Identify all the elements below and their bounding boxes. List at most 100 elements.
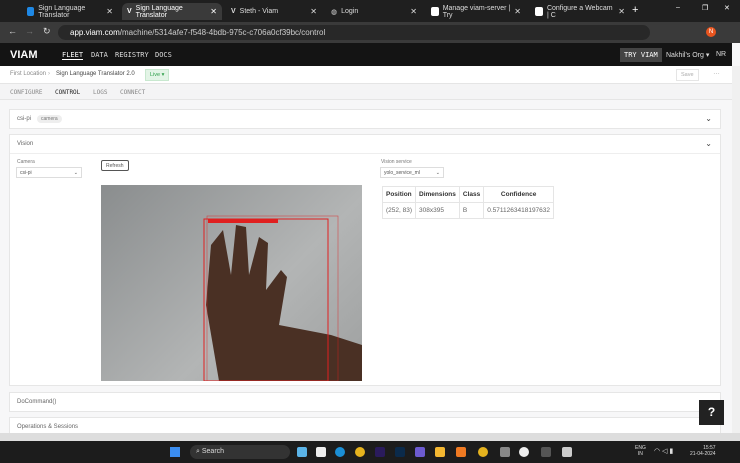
user-menu[interactable]: NR <box>716 51 726 58</box>
back-icon[interactable]: ← <box>8 26 17 36</box>
vertical-scrollbar[interactable] <box>732 66 740 433</box>
browser-tab-bar: Sign Language Translator ✕ V Sign Language… <box>0 0 740 22</box>
premiere-icon[interactable] <box>375 447 385 457</box>
status-badge[interactable]: Live ▾ <box>145 69 170 81</box>
favicon-icon <box>27 7 35 16</box>
tab-logs[interactable]: LOGS <box>93 89 107 96</box>
folder-icon[interactable] <box>435 447 445 457</box>
edge-icon[interactable] <box>335 447 345 457</box>
horizontal-scrollbar[interactable] <box>0 433 740 441</box>
tab-connect[interactable]: CONNECT <box>120 89 145 96</box>
taskbar: ⌕ Search ENG IN ◠ ◁ ▮ 15:57 21-04-2024 <box>0 441 740 463</box>
breadcrumb-machine: Sign Language Translator 2.0 <box>56 71 135 77</box>
try-viam-button[interactable]: TRY VIAM <box>620 48 662 62</box>
breadcrumb-separator: › <box>48 71 50 77</box>
vision-service-select[interactable]: yolo_service_ml ⌄ <box>380 167 444 178</box>
maximize-icon[interactable]: ❐ <box>702 4 708 12</box>
camera-stream-image <box>101 185 362 381</box>
new-tab-icon[interactable]: + <box>632 4 638 16</box>
column-header: Class <box>458 186 485 203</box>
app-icon[interactable] <box>415 447 425 457</box>
app-nav: VIAM FLEET DATA REGISTRY DOCS TRY VIAM N… <box>0 43 732 66</box>
vision-service-label: Vision service <box>381 159 412 165</box>
favicon-icon <box>535 7 543 16</box>
chevron-down-icon[interactable]: ⌄ <box>705 114 712 123</box>
language-indicator[interactable]: ENG IN <box>635 445 646 457</box>
column-header: Dimensions <box>415 186 460 203</box>
wifi-volume-battery-icons[interactable]: ◠ ◁ ▮ <box>654 447 673 455</box>
windows-start-icon[interactable] <box>170 447 180 457</box>
browser-tab[interactable]: Manage viam-server | Try ✕ <box>426 3 526 20</box>
nav-docs[interactable]: DOCS <box>155 51 172 59</box>
detections-table: Position Dimensions Class Confidence (25… <box>381 186 555 219</box>
browser-tab[interactable]: Configure a Webcam | C ✕ <box>530 3 630 20</box>
chevron-down-icon: ⌄ <box>435 170 440 176</box>
nav-fleet[interactable]: FLEET <box>62 51 84 60</box>
close-window-icon[interactable]: ✕ <box>724 4 730 12</box>
breadcrumb: First Location › Sign Language Translato… <box>0 66 732 84</box>
nav-registry[interactable]: REGISTRY <box>115 51 149 59</box>
component-name: csi-pi <box>17 116 32 122</box>
vision-card: Vision ⌄ Camera csi-pi ⌄ Refresh Vision s… <box>9 134 721 386</box>
app-icon[interactable] <box>297 447 307 457</box>
help-chat-button[interactable]: ? <box>699 400 724 425</box>
save-button[interactable]: Save <box>676 69 699 81</box>
close-icon[interactable]: ✕ <box>310 7 317 16</box>
position-cell: (252, 83) <box>381 202 417 219</box>
org-selector[interactable]: Nakhil's Org ▾ <box>666 51 709 59</box>
viam-logo: VIAM <box>10 49 38 61</box>
nav-data[interactable]: DATA <box>91 51 108 59</box>
operations-card[interactable]: Operations & Sessions <box>9 417 721 434</box>
taskbar-search[interactable]: ⌕ Search <box>190 445 290 459</box>
camera-select[interactable]: csi-pi ⌄ <box>16 167 82 178</box>
chevron-down-icon[interactable]: ⌄ <box>705 139 712 148</box>
app-icon[interactable] <box>456 447 466 457</box>
camera-label: Camera <box>17 159 35 165</box>
docommand-card[interactable]: DoCommand() <box>9 392 721 412</box>
dimensions-cell: 308x395 <box>415 202 460 219</box>
viam-favicon-icon: V <box>127 8 132 15</box>
app-icon[interactable] <box>519 447 529 457</box>
component-type-badge: camera <box>37 115 62 123</box>
card-title: Vision <box>17 141 34 147</box>
camera-card-header[interactable]: csi-pi camera ⌄ <box>9 109 721 129</box>
table-row: (252, 83) 308x395 B 0.5711263418197632 <box>381 202 555 219</box>
machine-tabs: CONFIGURE CONTROL LOGS CONNECT <box>0 84 732 100</box>
favicon-icon <box>431 7 439 16</box>
browser-tab[interactable]: ◍ Login ✕ <box>326 3 422 20</box>
minimize-icon[interactable]: – <box>676 4 680 11</box>
close-icon[interactable]: ✕ <box>210 7 217 16</box>
tab-control[interactable]: CONTROL <box>55 89 80 96</box>
refresh-button[interactable]: Refresh <box>101 160 129 171</box>
close-icon[interactable]: ✕ <box>618 7 625 16</box>
column-header: Confidence <box>483 186 555 203</box>
photoshop-icon[interactable] <box>395 447 405 457</box>
more-icon[interactable]: … <box>713 69 720 76</box>
browser-tab[interactable]: V Steth - Viam ✕ <box>226 3 322 20</box>
column-header: Position <box>381 186 417 203</box>
clock[interactable]: 15:57 21-04-2024 <box>690 445 716 457</box>
app-icon[interactable] <box>500 447 510 457</box>
class-cell: B <box>458 202 485 219</box>
url-input[interactable]: app.viam.com/machine/5314afe7-f548-4bdb-… <box>58 25 650 40</box>
app-icon[interactable] <box>316 447 326 457</box>
forward-icon[interactable]: → <box>25 26 34 36</box>
chrome-icon[interactable] <box>478 447 488 457</box>
app-icon[interactable] <box>562 447 572 457</box>
browser-tab[interactable]: Sign Language Translator ✕ <box>22 3 118 20</box>
close-icon[interactable]: ✕ <box>410 7 417 16</box>
tab-configure[interactable]: CONFIGURE <box>10 89 43 96</box>
confidence-cell: 0.5711263418197632 <box>483 202 555 219</box>
viam-favicon-icon: V <box>231 8 236 15</box>
browser-tab-active[interactable]: V Sign Language Translator ✕ <box>122 3 222 20</box>
terminal-icon[interactable] <box>541 447 551 457</box>
card-title: Operations & Sessions <box>17 424 79 430</box>
close-icon[interactable]: ✕ <box>106 7 113 16</box>
vision-card-header[interactable]: Vision ⌄ <box>10 135 720 154</box>
profile-avatar[interactable]: N <box>706 27 716 37</box>
close-icon[interactable]: ✕ <box>514 7 521 16</box>
chrome-icon[interactable] <box>355 447 365 457</box>
chevron-down-icon: ⌄ <box>73 170 78 176</box>
breadcrumb-location[interactable]: First Location <box>10 71 46 77</box>
reload-icon[interactable]: ↻ <box>43 26 51 37</box>
